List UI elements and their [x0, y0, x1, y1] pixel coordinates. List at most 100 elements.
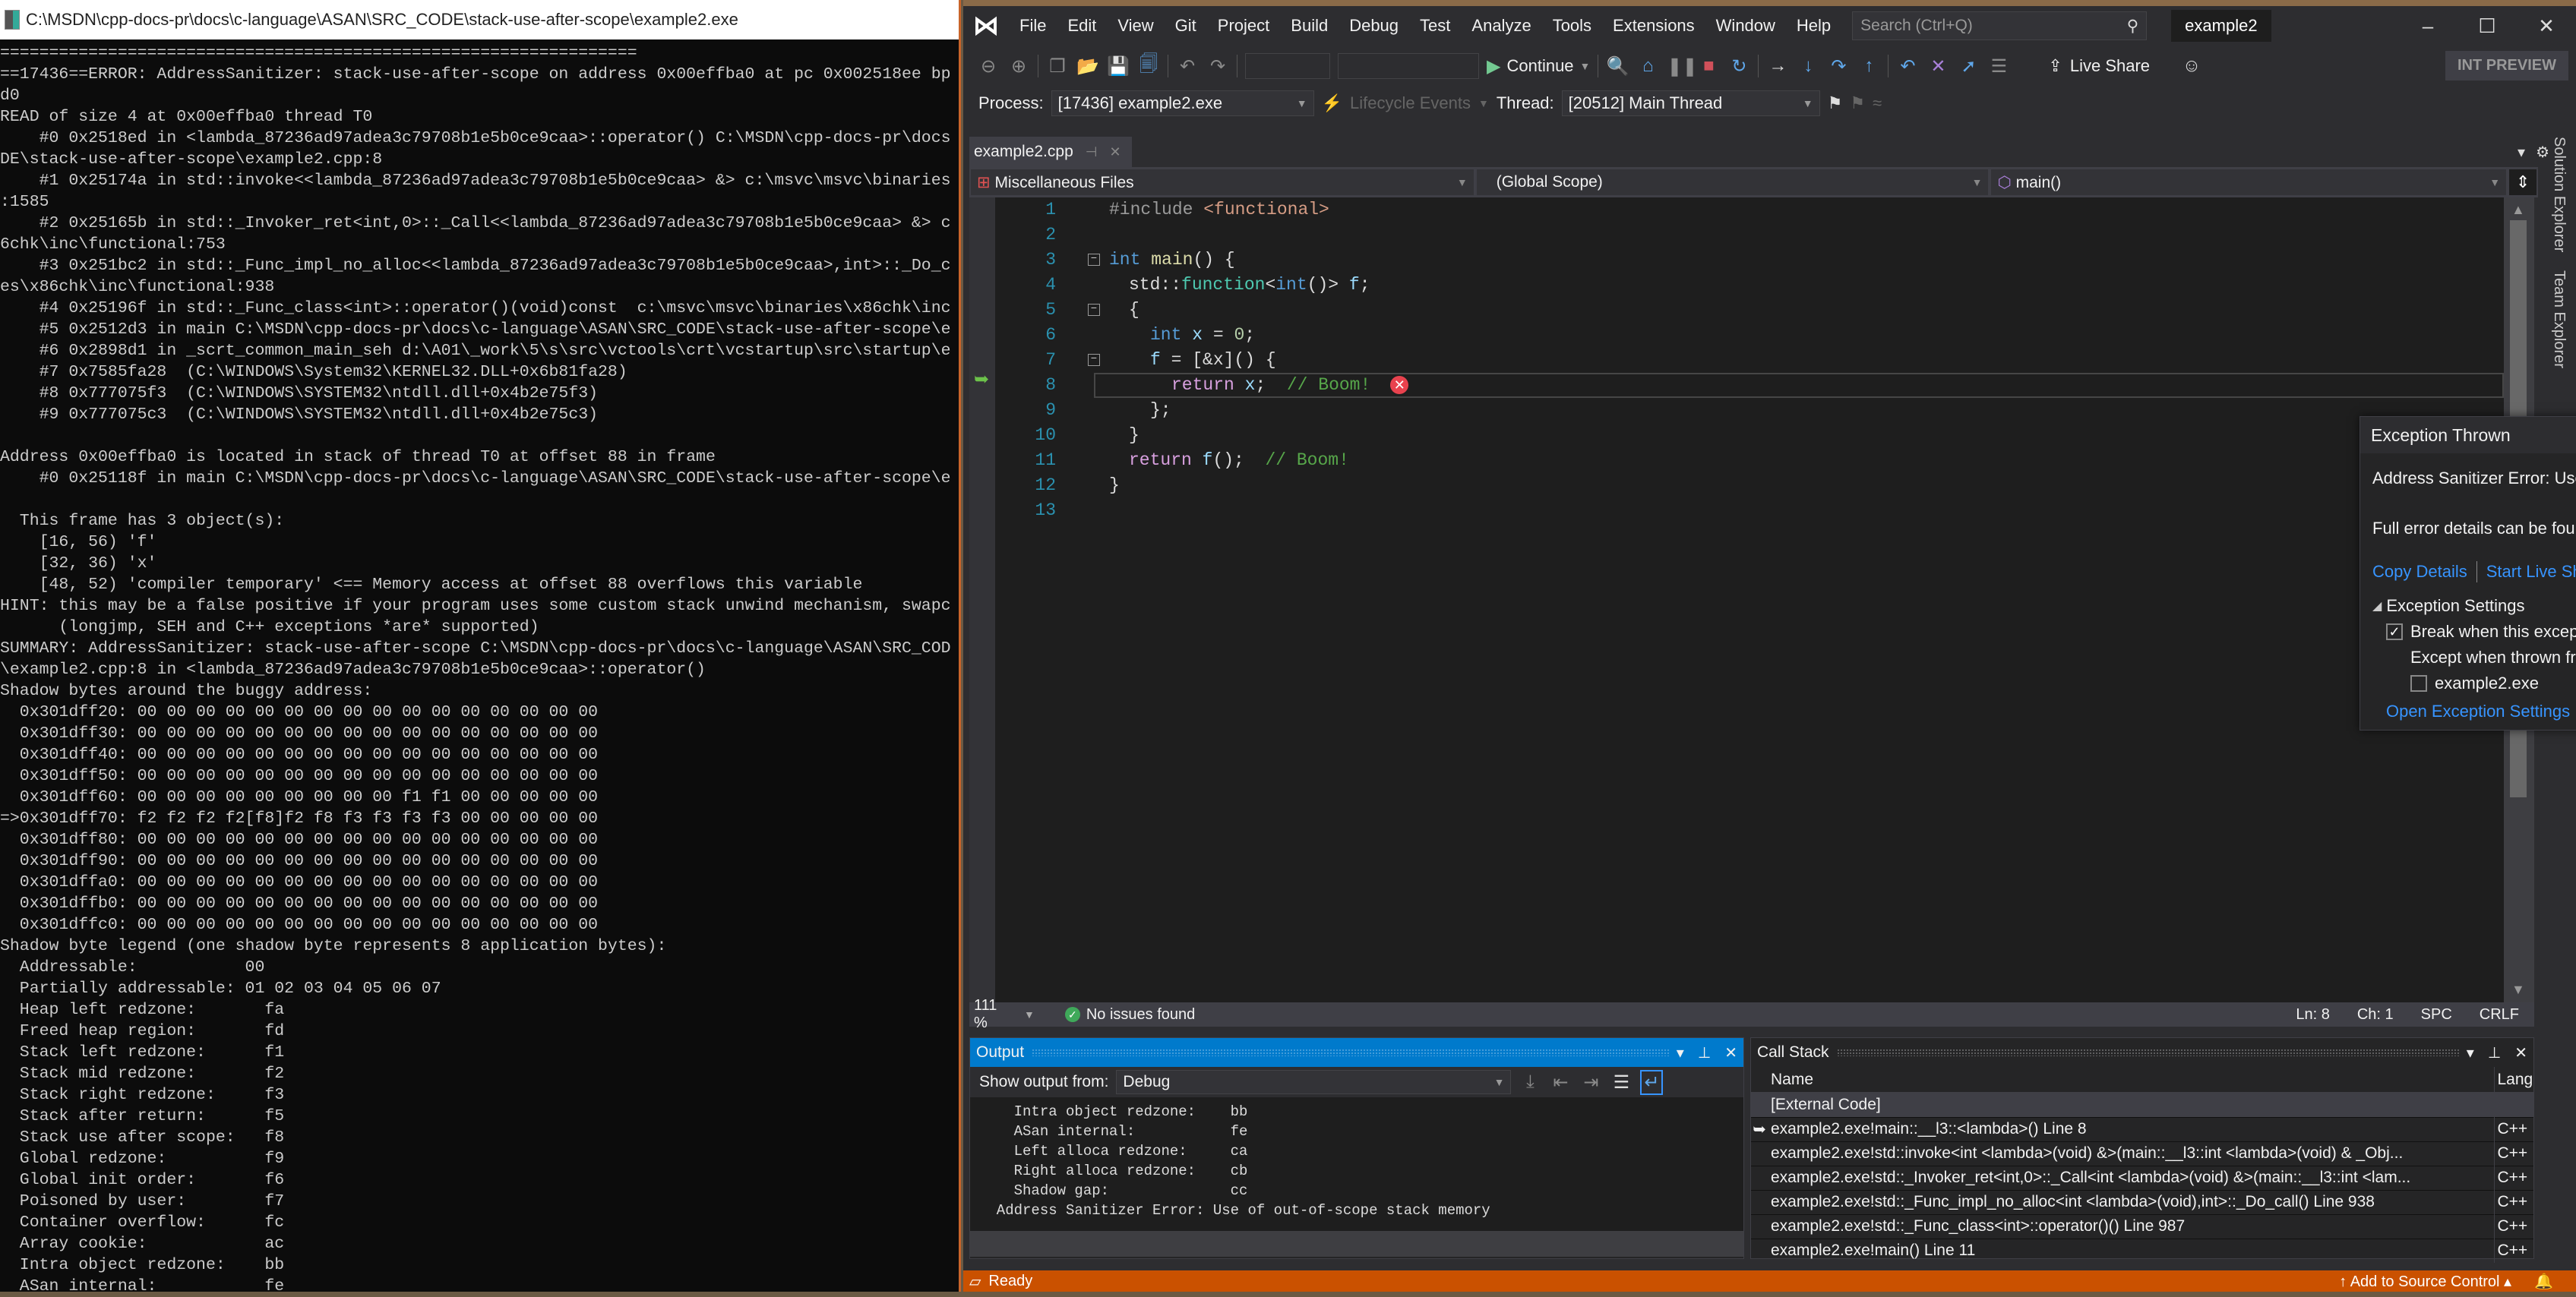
call-stack-row[interactable]: example2.exe!std::_Invoker_ret<int,0>::_…	[1751, 1165, 2533, 1190]
scroll-up-icon[interactable]: ▲	[2511, 202, 2525, 218]
next-message-icon[interactable]: ⇥	[1579, 1071, 1602, 1093]
show-next-statement-icon[interactable]: →	[1766, 55, 1789, 77]
save-icon[interactable]: 💾	[1107, 55, 1130, 77]
except-module-checkbox[interactable]	[2410, 675, 2427, 692]
solution-explorer-tab[interactable]: Solution Explorer	[2550, 137, 2568, 252]
minimize-button[interactable]: –	[2398, 14, 2457, 38]
int-preview-badge[interactable]: INT PREVIEW	[2445, 51, 2568, 80]
word-wrap-icon[interactable]: ↵	[1640, 1069, 1664, 1095]
close-window-button[interactable]: ✕	[2517, 14, 2576, 38]
call-stack-row[interactable]: ➥ example2.exe!main::__l3::<lambda>() Lin…	[1751, 1116, 2533, 1141]
close-icon[interactable]: ✕	[2514, 1043, 2527, 1062]
output-text[interactable]: Intra object redzone: bb ASan internal: …	[970, 1097, 1743, 1231]
clear-all-icon[interactable]: ☰	[1610, 1071, 1633, 1093]
find-in-files-icon[interactable]: 🔍	[1606, 55, 1629, 77]
tab-example2-cpp[interactable]: example2.cpp ⊣ ✕	[969, 137, 1132, 167]
issues-status[interactable]: No issues found	[1086, 1006, 1195, 1024]
navigate-forward-icon[interactable]: ⊕	[1007, 55, 1030, 77]
save-all-icon[interactable]: 🗐	[1137, 51, 1160, 82]
menu-test[interactable]: Test	[1409, 16, 1461, 36]
gear-icon[interactable]: ⚙	[2536, 143, 2549, 162]
exception-settings-toggle[interactable]: ◢ Exception Settings	[2372, 596, 2576, 616]
step-over-icon[interactable]: ↷	[1827, 55, 1850, 77]
pin-icon[interactable]: ⊥	[2488, 1043, 2501, 1062]
lifecycle-events-button[interactable]: Lifecycle Events	[1350, 93, 1471, 113]
step-out-icon[interactable]: ↑	[1857, 55, 1880, 77]
console-titlebar[interactable]: C:\MSDN\cpp-docs-pr\docs\c-language\ASAN…	[0, 0, 959, 39]
project-combo[interactable]: ⊞ Miscellaneous Files ▼	[971, 169, 1474, 195]
menu-git[interactable]: Git	[1165, 16, 1207, 36]
call-stack-row[interactable]: example2.exe!std::invoke<int <lambda>(vo…	[1751, 1141, 2533, 1166]
close-tab-icon[interactable]: ✕	[1109, 144, 1120, 160]
stop-debugging-icon[interactable]: ■	[1697, 55, 1720, 77]
process-combo[interactable]: [17436] example2.exe ▼	[1051, 90, 1314, 116]
feedback-icon[interactable]: ☺	[2180, 55, 2203, 77]
open-file-icon[interactable]: 📂	[1076, 55, 1099, 77]
flag-thread-icon[interactable]: ⚑	[1828, 93, 1843, 113]
search-box[interactable]: Search (Ctrl+Q) ⚲	[1852, 11, 2148, 40]
scope-combo[interactable]: (Global Scope) ▼	[1476, 169, 1989, 195]
navigate-back-icon[interactable]: ⊖	[977, 55, 1000, 77]
break-when-thrown-checkbox[interactable]: ✓	[2386, 623, 2403, 640]
format-icon[interactable]: ☰	[1987, 55, 2010, 77]
thread-combo[interactable]: [20512] Main Thread ▼	[1561, 90, 1820, 116]
menu-debug[interactable]: Debug	[1339, 16, 1409, 36]
menu-extensions[interactable]: Extensions	[1602, 16, 1705, 36]
close-icon[interactable]: ✕	[1724, 1043, 1737, 1062]
threads-icon[interactable]: ≈	[1873, 93, 1882, 113]
eol-indicator[interactable]: CRLF	[2480, 1006, 2519, 1024]
char-indicator[interactable]: Ch: 1	[2357, 1006, 2394, 1024]
redo-icon[interactable]: ↷	[1206, 55, 1229, 77]
flag-all-icon[interactable]: ⚑	[1850, 93, 1865, 113]
call-stack-row[interactable]: example2.exe!std::_Func_class<int>::oper…	[1751, 1213, 2533, 1239]
output-panel-header[interactable]: Output ▾ ⊥ ✕	[970, 1038, 1743, 1067]
except-module-row[interactable]: example2.exe	[2372, 674, 2576, 693]
menu-build[interactable]: Build	[1280, 16, 1339, 36]
menu-view[interactable]: View	[1107, 16, 1164, 36]
glyph-margin[interactable]: ➥	[969, 197, 995, 1002]
source-control-button[interactable]: ↑ Add to Source Control ▴	[2339, 1272, 2511, 1291]
name-column-header[interactable]: Name	[1768, 1067, 2494, 1093]
call-stack-row[interactable]: [External Code]	[1751, 1092, 2533, 1117]
hot-reload-icon[interactable]: ✕	[1926, 55, 1949, 77]
output-horizontal-scrollbar[interactable]	[970, 1231, 1743, 1257]
undo-icon[interactable]: ↶	[1176, 55, 1199, 77]
start-live-share-link[interactable]: Start Live Share session...	[2486, 562, 2576, 582]
menu-tools[interactable]: Tools	[1542, 16, 1602, 36]
pin-icon[interactable]: ⊥	[1698, 1043, 1711, 1062]
call-stack-row[interactable]: example2.exe!std::_Func_impl_no_alloc<in…	[1751, 1189, 2533, 1214]
menu-file[interactable]: File	[1009, 16, 1057, 36]
menu-help[interactable]: Help	[1786, 16, 1841, 36]
tab-overflow-icon[interactable]: ▾	[2518, 143, 2525, 162]
collapse-icon[interactable]: −	[1088, 254, 1100, 266]
step-into-icon[interactable]: ↓	[1797, 55, 1819, 77]
team-explorer-tab[interactable]: Team Explorer	[2550, 270, 2568, 368]
split-window-icon[interactable]: ⇕	[2509, 169, 2536, 195]
menu-analyze[interactable]: Analyze	[1461, 16, 1541, 36]
menu-edit[interactable]: Edit	[1057, 16, 1107, 36]
output-source-combo[interactable]: Debug ▼	[1116, 1070, 1512, 1094]
lang-column-header[interactable]: Lang	[2493, 1067, 2533, 1093]
solution-config-combo[interactable]	[1245, 53, 1330, 79]
pointer-select-icon[interactable]: ➚	[1957, 55, 1980, 77]
prev-message-icon[interactable]: ⇤	[1549, 1071, 1572, 1093]
chevron-down-icon[interactable]: ▾	[2467, 1043, 2474, 1062]
call-stack-row[interactable]: example2.exe!main() Line 11 C++	[1751, 1238, 2533, 1263]
open-exception-settings-link[interactable]: Open Exception Settings	[2386, 702, 2570, 721]
drag-grip[interactable]	[1032, 1049, 1669, 1056]
scroll-down-icon[interactable]: ▼	[2511, 982, 2525, 998]
drag-grip[interactable]	[1836, 1049, 2459, 1056]
solution-platform-combo[interactable]	[1338, 53, 1479, 79]
pin-tab-icon[interactable]: ⊣	[1086, 144, 1098, 160]
maximize-button[interactable]: ☐	[2457, 14, 2517, 38]
code-editor[interactable]: ➥ 1 #include <functional> 2 3− int main() …	[969, 197, 2534, 1002]
menu-window[interactable]: Window	[1705, 16, 1786, 36]
step-back-icon[interactable]: ↶	[1896, 55, 1919, 77]
new-item-icon[interactable]: ❐	[1046, 55, 1069, 77]
notifications-icon[interactable]: 🔔	[2534, 1272, 2553, 1291]
menu-project[interactable]: Project	[1207, 16, 1280, 36]
find-message-icon[interactable]: ⤓	[1519, 1071, 1541, 1093]
indent-indicator[interactable]: SPC	[2421, 1006, 2452, 1024]
live-share-button[interactable]: ⇪ Live Share	[2048, 56, 2150, 76]
chevron-down-icon[interactable]: ▾	[1677, 1043, 1684, 1062]
